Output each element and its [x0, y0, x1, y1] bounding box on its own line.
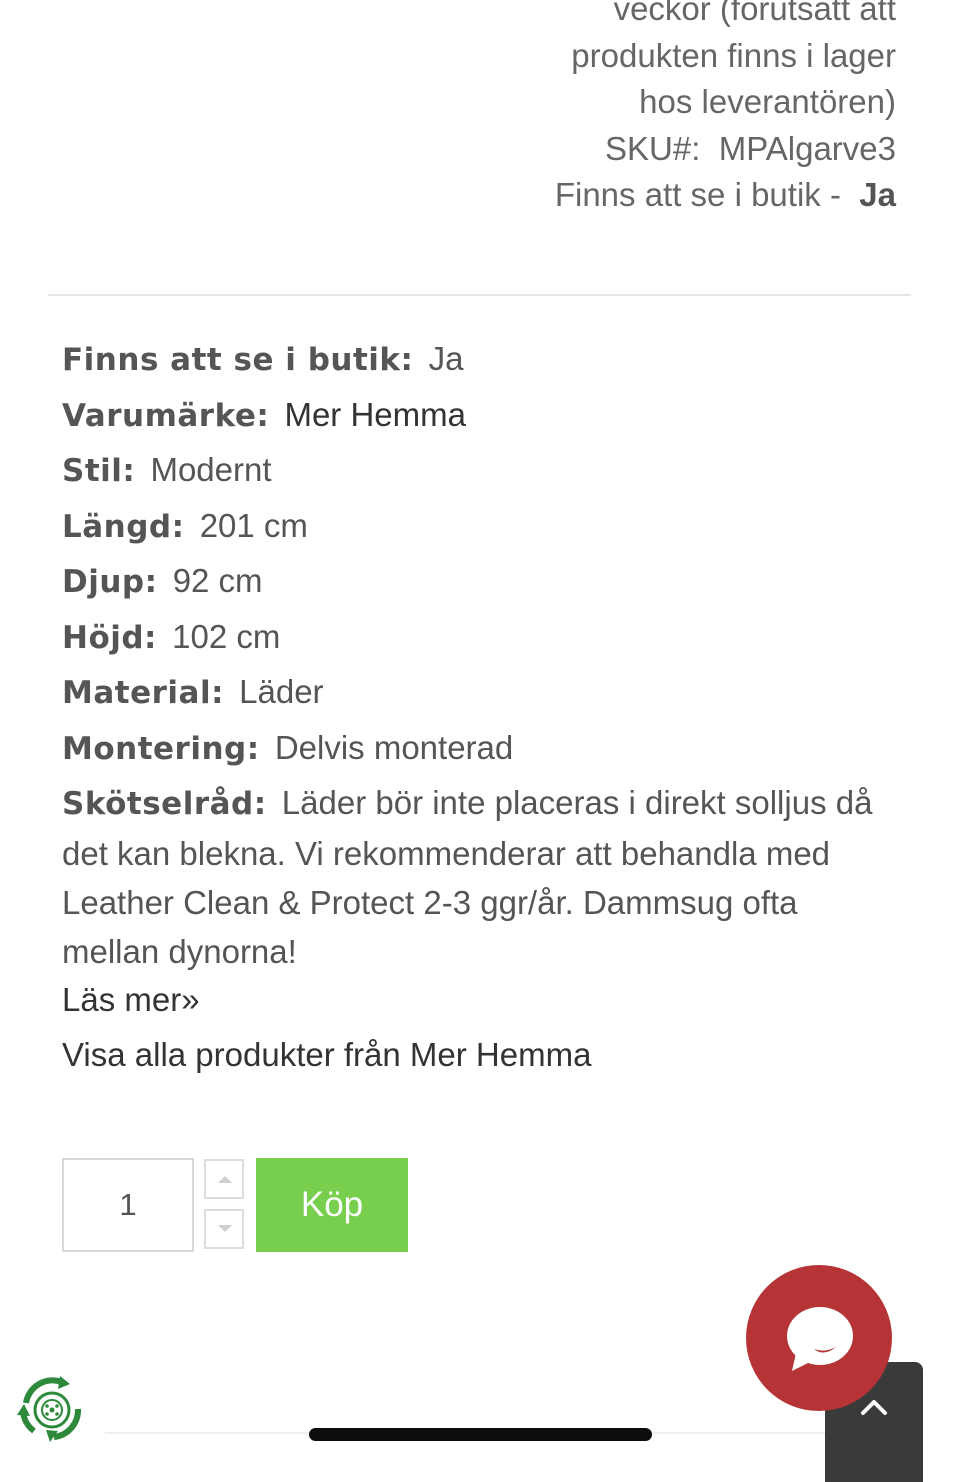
spec-row-length: Längd: 201 cm: [62, 501, 902, 557]
spec-row-assembly: Montering: Delvis monterad: [62, 723, 902, 779]
recycle-badge-icon[interactable]: [16, 1373, 88, 1452]
chevron-up-icon: [861, 1400, 887, 1415]
quantity-value: 1: [119, 1187, 137, 1222]
all-brand-products-link[interactable]: Visa alla produkter från Mer Hemma: [62, 1030, 591, 1080]
spec-value: 201 cm: [199, 506, 308, 544]
spec-value: 92 cm: [172, 562, 263, 599]
triangle-down-icon: [218, 1225, 232, 1232]
spec-label: Stil:: [62, 453, 136, 489]
quantity-increase-button[interactable]: [204, 1159, 244, 1199]
spec-value: Läder: [239, 673, 324, 710]
spec-label: Höjd:: [62, 619, 157, 656]
buy-button[interactable]: Köp: [256, 1158, 408, 1252]
spec-label: Finns att se i butik:: [62, 342, 414, 378]
spec-row-care: Skötselråd: Läder bör inte placeras i di…: [62, 778, 902, 970]
spec-value: 102 cm: [172, 617, 281, 655]
store-availability-line: Finns att se i butik - Ja: [476, 172, 896, 219]
sku-label: SKU#:: [604, 129, 701, 167]
triangle-up-icon: [218, 1176, 232, 1183]
spec-value: Modernt: [150, 451, 272, 488]
delivery-info: veckor (förutsatt att produkten finns i …: [476, 0, 896, 219]
product-specs: Finns att se i butik: Ja Varumärke: Mer …: [62, 334, 902, 970]
spec-value: Ja: [428, 340, 464, 377]
spec-label: Skötselråd:: [62, 786, 267, 822]
spec-value: Delvis monterad: [274, 728, 514, 766]
chat-button[interactable]: [746, 1265, 892, 1411]
delivery-text-line-2: produkten finns i lager: [571, 36, 896, 74]
delivery-text-line-3: hos leverantören): [639, 83, 896, 120]
store-availability-value: Ja: [859, 176, 896, 213]
spec-row-depth: Djup: 92 cm: [62, 556, 902, 612]
delivery-text-line-1: veckor (förutsatt att: [613, 0, 896, 27]
spec-label: Varumärke:: [62, 397, 270, 434]
spec-row-style: Stil: Modernt: [62, 445, 902, 501]
sku-value: MPAlgarve3: [718, 129, 896, 167]
spec-row-brand: Varumärke: Mer Hemma: [62, 390, 902, 446]
home-indicator: [309, 1428, 652, 1441]
spec-row-store: Finns att se i butik: Ja: [62, 334, 902, 390]
quantity-decrease-button[interactable]: [204, 1209, 244, 1249]
spec-label: Material:: [62, 675, 224, 711]
brand-link[interactable]: Mer Hemma: [284, 396, 466, 433]
chat-bubble-icon: [787, 1307, 853, 1371]
spec-label: Montering:: [62, 730, 260, 767]
spec-row-height: Höjd: 102 cm: [62, 612, 902, 668]
sku-line: SKU#: MPAlgarve3: [476, 126, 896, 173]
spec-row-material: Material: Läder: [62, 667, 902, 723]
store-availability-label: Finns att se i butik -: [554, 176, 841, 213]
section-divider: [48, 294, 911, 296]
spec-label: Djup:: [62, 564, 158, 600]
spec-label: Längd:: [62, 508, 185, 545]
quantity-input[interactable]: 1: [62, 1158, 194, 1252]
read-more-link[interactable]: Läs mer»: [62, 975, 200, 1025]
